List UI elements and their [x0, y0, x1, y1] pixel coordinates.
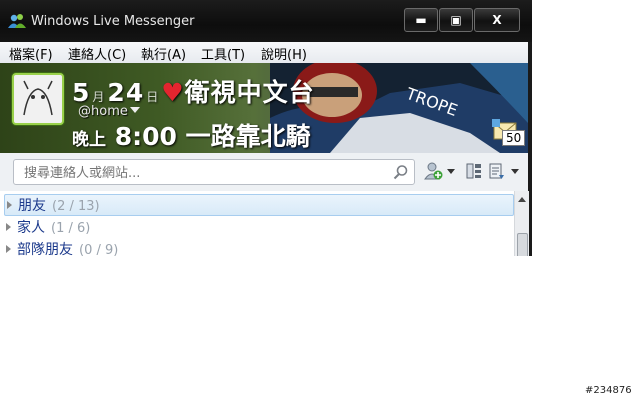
menu-actions[interactable]: 執行(A) — [141, 44, 186, 63]
heart-icon: ♥ — [161, 78, 185, 107]
group-row[interactable]: 家人 (1 / 6) — [4, 217, 512, 237]
menu-tools[interactable]: 工具(T) — [201, 44, 245, 63]
close-button[interactable]: X — [474, 8, 520, 32]
search-toolbar — [0, 153, 528, 191]
search-box — [13, 159, 415, 186]
add-contact-dropdown-icon[interactable] — [447, 169, 455, 174]
menu-file[interactable]: 檔案(F) — [9, 44, 53, 63]
group-count: (0 / 9) — [79, 243, 119, 256]
avatar[interactable] — [12, 73, 64, 125]
expand-arrow-icon[interactable] — [6, 223, 11, 231]
mail-count-badge: 50 — [502, 130, 526, 146]
title-bar[interactable]: Windows Live Messenger ▬ ▣ X — [0, 0, 532, 42]
show-menu-icon[interactable] — [488, 161, 506, 181]
group-row[interactable]: 部隊朋友 (0 / 9) — [4, 239, 512, 256]
group-count: (2 / 13) — [52, 199, 100, 214]
status-dropdown-icon[interactable] — [130, 107, 140, 113]
avatar-doodle-icon — [23, 80, 53, 116]
vertical-scrollbar[interactable] — [514, 191, 529, 256]
scroll-thumb[interactable] — [517, 233, 528, 256]
group-name: 朋友 — [18, 198, 46, 214]
group-row[interactable]: 朋友 (2 / 13) — [4, 194, 514, 216]
expand-arrow-icon[interactable] — [7, 201, 12, 209]
maximize-button[interactable]: ▣ — [439, 8, 473, 32]
messenger-logo-icon — [8, 14, 26, 28]
menu-help[interactable]: 說明(H) — [261, 44, 307, 63]
minimize-button[interactable]: ▬ — [404, 8, 438, 32]
scroll-up-icon[interactable] — [518, 197, 526, 202]
show-menu-dropdown-icon[interactable] — [511, 169, 519, 174]
group-name: 家人 — [17, 220, 45, 236]
search-input[interactable] — [22, 160, 386, 186]
image-watermark: #234876 — [585, 385, 632, 396]
search-icon[interactable] — [393, 164, 409, 180]
group-name: 部隊朋友 — [17, 242, 73, 256]
expand-arrow-icon[interactable] — [6, 245, 11, 253]
menu-contacts[interactable]: 連絡人(C) — [68, 44, 126, 63]
window-title: Windows Live Messenger — [31, 14, 195, 29]
menu-bar: 檔案(F) 連絡人(C) 執行(A) 工具(T) 說明(H) — [0, 42, 528, 64]
banner-time: 晚上 8:00 一路靠北騎 — [72, 122, 311, 151]
messenger-window: Windows Live Messenger ▬ ▣ X 檔案(F) 連絡人(C… — [0, 0, 532, 256]
change-layout-icon[interactable] — [465, 161, 483, 181]
contact-list: 朋友 (2 / 13) 家人 (1 / 6) 部隊朋友 (0 / 9) — [0, 191, 514, 256]
add-contact-icon[interactable] — [424, 161, 444, 181]
personal-banner: TROPE 5 月24 日♥衛視中文台 @home 晚上 8:00 一路靠北騎 50 — [0, 63, 528, 153]
group-count: (1 / 6) — [51, 221, 91, 236]
